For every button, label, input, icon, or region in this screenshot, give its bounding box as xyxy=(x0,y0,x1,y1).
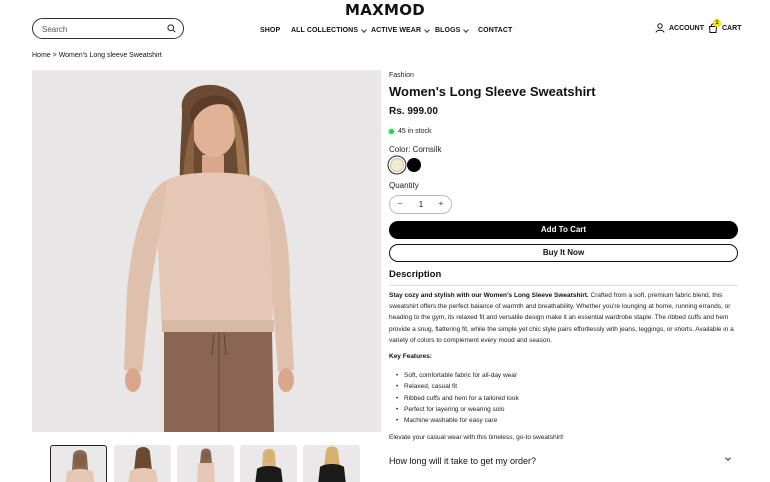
thumbnail-2[interactable] xyxy=(114,445,171,482)
nav-label: CONTACT xyxy=(478,27,513,34)
minus-icon[interactable]: − xyxy=(394,199,406,208)
chevron-down-icon xyxy=(361,26,367,33)
search-box[interactable] xyxy=(32,18,184,39)
site-logo[interactable]: MAXMOD xyxy=(0,1,770,19)
breadcrumb: Home > Women's Long sleeve Sweatshirt xyxy=(32,52,162,59)
nav-label: SHOP xyxy=(260,27,281,34)
thumbnail-image xyxy=(255,448,283,482)
nav-all-collections[interactable]: ALL COLLECTIONS xyxy=(291,26,367,34)
nav-label: ALL COLLECTIONS xyxy=(291,27,359,34)
add-to-cart-button[interactable]: Add To Cart xyxy=(389,221,738,239)
user-icon xyxy=(655,23,665,33)
list-item: Perfect for layering or wearing solo xyxy=(396,404,519,416)
thumbnail-4[interactable] xyxy=(240,445,297,482)
thumbnail-3[interactable] xyxy=(177,445,234,482)
plus-icon[interactable]: + xyxy=(435,199,447,208)
divider xyxy=(389,285,738,286)
nav-label: ACTIVE WEAR xyxy=(371,27,422,34)
account-link[interactable]: ACCOUNT xyxy=(655,23,704,33)
color-label: Color: Cornsilk xyxy=(389,145,442,154)
search-input[interactable] xyxy=(42,22,162,36)
nav-contact[interactable]: CONTACT xyxy=(478,27,512,34)
thumbnail-1[interactable] xyxy=(50,445,107,482)
list-item: Soft, comfortable fabric for all-day wea… xyxy=(396,370,519,382)
description-heading: Description xyxy=(389,269,442,280)
nav-active-wear[interactable]: ACTIVE WEAR xyxy=(371,26,430,34)
account-label: ACCOUNT xyxy=(669,24,704,32)
quantity-stepper: − 1 + xyxy=(389,195,452,214)
product-title: Women's Long Sleeve Sweatshirt xyxy=(389,84,596,99)
cart-count-badge: 1 xyxy=(713,19,721,27)
product-category: Fashion xyxy=(389,72,414,79)
description-text: Stay cozy and stylish with our Women's L… xyxy=(389,290,741,346)
product-price: Rs. 999.00 xyxy=(389,106,438,117)
cart-label: CART xyxy=(722,24,742,32)
thumbnail-image xyxy=(197,448,215,482)
swatch-cornsilk[interactable] xyxy=(390,158,404,172)
description-body: Crafted from a soft, premium fabric blen… xyxy=(389,292,734,344)
nav-label: BLOGS xyxy=(435,27,461,34)
nav-shop[interactable]: SHOP xyxy=(260,27,280,34)
thumbnail-5[interactable] xyxy=(303,445,360,482)
chevron-down-icon xyxy=(424,26,430,33)
model-photo xyxy=(124,84,294,432)
search-icon[interactable] xyxy=(167,24,176,33)
nav-blogs[interactable]: BLOGS xyxy=(435,26,470,34)
breadcrumb-home[interactable]: Home xyxy=(32,52,51,59)
cart-link[interactable]: 1 CART xyxy=(708,19,742,33)
quantity-value[interactable]: 1 xyxy=(412,200,430,209)
stock-status: 45 in stock xyxy=(389,128,431,135)
faq-accordion[interactable]: How long will it take to get my order? xyxy=(389,455,738,469)
description-lead: Stay cozy and stylish with our Women's L… xyxy=(389,292,589,299)
breadcrumb-current: Women's Long sleeve Sweatshirt xyxy=(58,52,162,59)
in-stock-dot-icon xyxy=(389,129,394,134)
list-item: Relaxed, casual fit xyxy=(396,381,519,393)
description-closing: Elevate your casual wear with this timel… xyxy=(389,434,564,441)
key-features-heading: Key Features: xyxy=(389,353,432,360)
breadcrumb-separator: > xyxy=(52,52,57,59)
buy-now-button[interactable]: Buy It Now xyxy=(389,244,738,262)
stock-text: 45 in stock xyxy=(398,128,432,135)
quantity-label: Quantity xyxy=(389,181,419,190)
thumbnail-image xyxy=(318,446,346,482)
chevron-down-icon xyxy=(725,455,731,461)
faq-question: How long will it take to get my order? xyxy=(389,456,537,466)
key-features-list: Soft, comfortable fabric for all-day wea… xyxy=(396,370,519,427)
swatch-black[interactable] xyxy=(407,158,421,172)
list-item: Ribbed cuffs and hem for a tailored look xyxy=(396,393,519,405)
product-main-image[interactable] xyxy=(32,70,381,432)
thumbnail-image xyxy=(65,450,95,482)
chevron-down-icon xyxy=(463,26,470,33)
thumbnail-image xyxy=(128,447,158,482)
list-item: Machine washable for easy care xyxy=(396,415,519,427)
